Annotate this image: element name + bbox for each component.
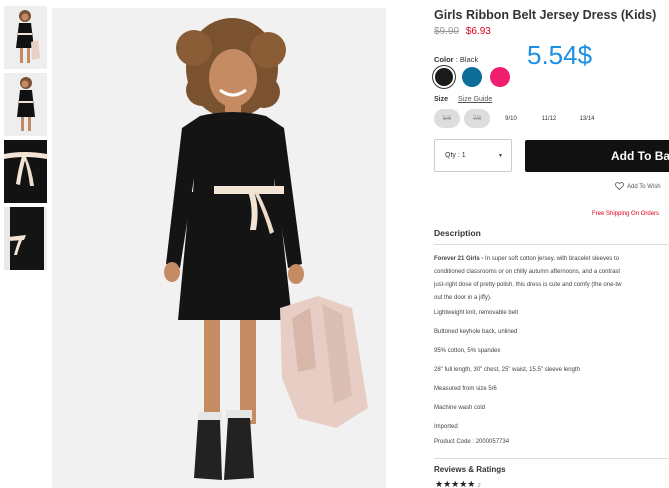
description-line-4: out the door in a jiffy). xyxy=(434,295,492,301)
color-swatches xyxy=(434,67,510,87)
add-to-wishlist-link[interactable]: Add To Wish xyxy=(615,182,661,192)
color-label: Color xyxy=(434,55,454,64)
size-label: Size xyxy=(434,96,449,103)
description-paragraph: Forever 21 Girls - In super soft cotton … xyxy=(434,253,669,305)
rating-stars[interactable]: ★★★★★ 2 xyxy=(435,479,481,488)
quantity-label: Qty : 1 xyxy=(445,152,466,159)
swatch-black[interactable] xyxy=(435,68,453,86)
size-option-11-12[interactable]: 11/12 xyxy=(532,109,566,128)
size-guide-link[interactable]: Size Guide xyxy=(458,96,492,103)
description-divider xyxy=(434,244,669,245)
color-label-row: Color : Black xyxy=(434,55,478,64)
size-option-5-6[interactable]: 5/6 xyxy=(434,109,460,128)
detail-item: Imported xyxy=(434,424,458,430)
heart-icon xyxy=(615,182,624,192)
swatch-pink[interactable] xyxy=(490,67,510,87)
description-line-3: just-right dose of pretty polish, this d… xyxy=(434,282,622,288)
add-to-bag-button[interactable]: Add To Ba xyxy=(525,140,669,172)
wishlist-label: Add To Wish xyxy=(627,184,661,190)
size-option-13-14[interactable]: 13/14 xyxy=(570,109,604,128)
size-label-row: Size Size Guide xyxy=(434,96,492,103)
product-title: Girls Ribbon Belt Jersey Dress (Kids) xyxy=(434,8,657,22)
overlay-price-annotation: 5.54$ xyxy=(527,40,593,70)
detail-item: Machine wash cold xyxy=(434,405,486,411)
description-line-1: In super soft cotton jersey, with bracel… xyxy=(483,256,619,262)
thumbnail-front[interactable] xyxy=(4,6,47,69)
original-price: $9.90 xyxy=(434,26,460,37)
thumbnail-belt-detail[interactable] xyxy=(4,140,47,203)
free-shipping-text: Free Shipping On Orders xyxy=(592,211,660,217)
main-product-image xyxy=(52,8,386,488)
detail-item: Buttoned keyhole back, unlined xyxy=(434,329,518,335)
thumbnail-side[interactable] xyxy=(4,73,47,136)
quantity-select[interactable]: Qty : 1 ▼ xyxy=(434,139,512,172)
sale-price: $6.93 xyxy=(465,26,491,37)
thumbnail-back[interactable] xyxy=(4,207,47,270)
detail-item: Measured from size 5/6 xyxy=(434,386,497,392)
detail-item: 28" full length, 30" chest, 25" waist, 1… xyxy=(434,367,580,373)
description-line-2: conditioned classrooms or on chilly autu… xyxy=(434,269,621,275)
chevron-down-icon: ▼ xyxy=(498,152,503,159)
price-row: $9.90 $6.93 xyxy=(434,26,491,37)
size-option-9-10[interactable]: 9/10 xyxy=(494,109,528,128)
star-icons: ★★★★★ xyxy=(435,479,476,488)
detail-item: Lightweight knit, removable belt xyxy=(434,310,519,316)
description-heading: Description xyxy=(434,228,481,238)
thumbnail-strip xyxy=(4,6,48,274)
description-lead-bold: Forever 21 Girls - xyxy=(434,256,484,262)
size-options: 5/6 7/8 9/10 11/12 13/14 xyxy=(434,109,604,128)
color-value: : Black xyxy=(455,55,479,64)
product-code: Product Code : 2000057734 xyxy=(434,439,510,445)
size-option-7-8[interactable]: 7/8 xyxy=(464,109,490,128)
detail-item: 95% cotton, 5% spandex xyxy=(434,348,501,354)
reviews-heading: Reviews & Ratings xyxy=(434,465,506,474)
reviews-divider xyxy=(434,458,669,459)
swatch-teal[interactable] xyxy=(462,67,482,87)
review-count: 2 xyxy=(477,483,481,488)
